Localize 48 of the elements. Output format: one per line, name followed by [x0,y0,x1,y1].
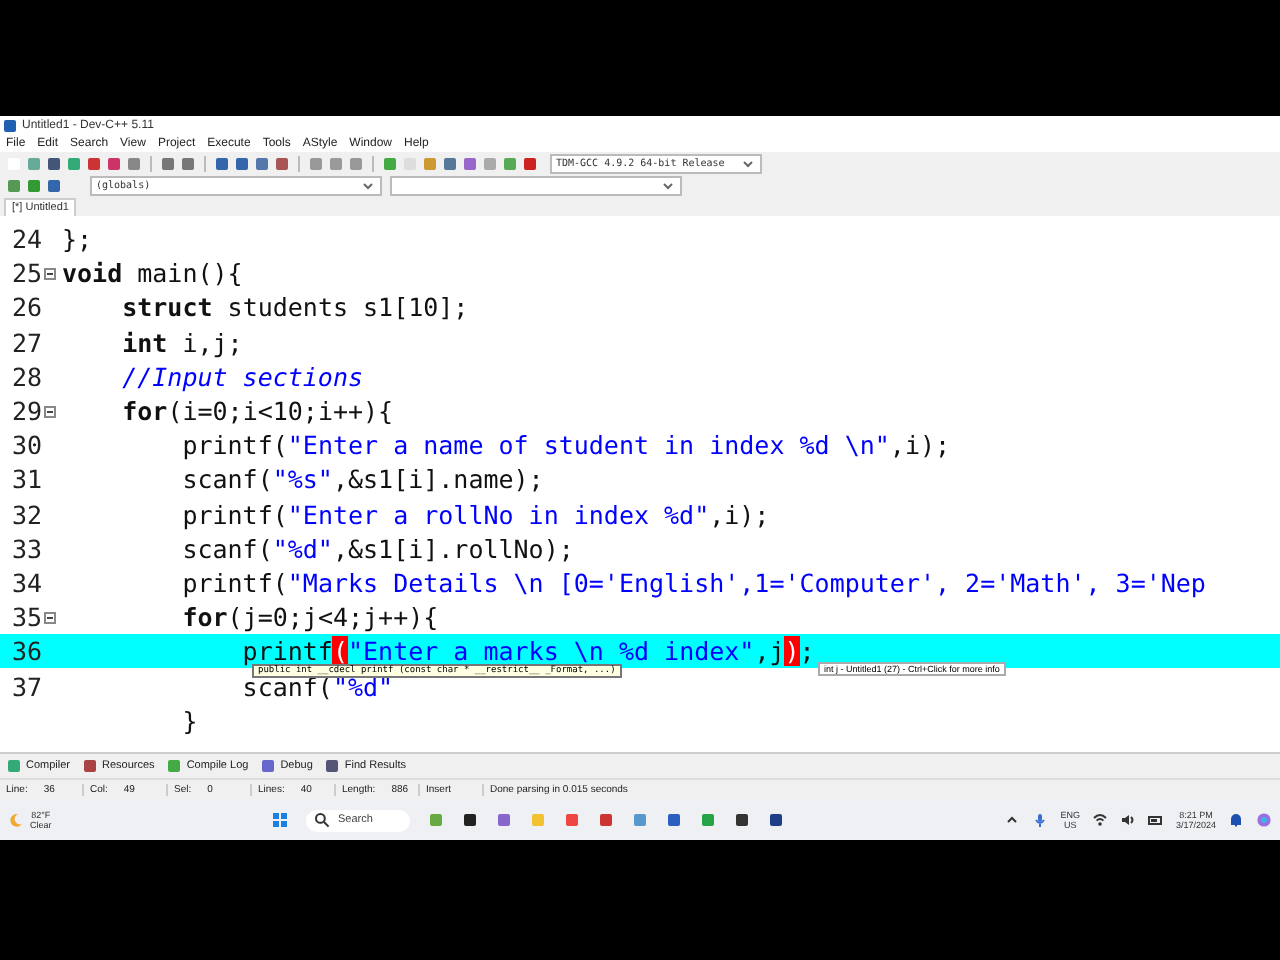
line-number: 28 [11,361,42,392]
code-line: scanf("%s",&s1[i].name); [180,464,544,495]
microphone-icon[interactable] [1032,812,1049,828]
panel-tab-icon [6,758,22,774]
panel-tab-icon [260,758,277,774]
panel-tab-icon [324,758,341,774]
dropdown-caret-icon [360,177,376,193]
fold-icon[interactable] [42,609,58,626]
line-number: 37 [11,671,42,702]
fold-icon[interactable] [42,403,58,420]
line-number: 26 [11,292,42,323]
windows-start-icon[interactable] [271,812,288,828]
code-line: struct students s1[10]; [120,292,469,323]
dropdown-caret-icon [660,177,676,193]
code-line: printf("Marks Details \n [0='English',1='Computer', 2='Math', 3='Nep [180,567,1206,598]
fold-icon[interactable] [42,265,58,282]
dropdown-caret-icon [740,155,756,171]
line-number: 34 [11,567,42,598]
bell-icon[interactable] [1228,812,1244,828]
code-line: for(j=0;j<4;j++){ [180,602,439,633]
speaker-icon[interactable] [1119,812,1136,828]
line-number: 35 [11,602,42,633]
line-number: 24 [11,224,42,255]
code-line: for(i=0;i<10;i++){ [120,396,394,427]
line-number: 32 [11,499,42,530]
line-number: 31 [11,464,42,495]
line-number: 29 [11,396,42,427]
code-editor[interactable] [0,216,1280,752]
code-line: void main(){ [60,258,243,289]
search-icon [313,812,330,828]
code-line: printf("Enter a rollNo in index %d",i); [180,499,770,530]
panel-tab-icon [82,758,99,774]
code-line: //Input sections [120,361,364,392]
line-number: 36 [11,636,42,667]
code-line: }; [60,224,93,255]
line-number: 25 [11,258,42,289]
battery-icon[interactable] [1147,812,1164,828]
wifi-icon[interactable] [1091,812,1108,828]
code-line: scanf("%d",&s1[i].rollNo); [180,533,574,564]
copilot-icon[interactable] [1256,812,1272,828]
line-number: 30 [11,430,42,461]
line-number: 27 [11,327,42,358]
panel-tab-icon [166,758,183,774]
code-line: printf("Enter a name of student in index %d \n",i); [180,430,951,461]
chevron-up-icon[interactable] [1004,812,1021,828]
line-number: 33 [11,533,42,564]
code-line: } [180,705,198,736]
code-line: int i,j; [120,327,243,358]
